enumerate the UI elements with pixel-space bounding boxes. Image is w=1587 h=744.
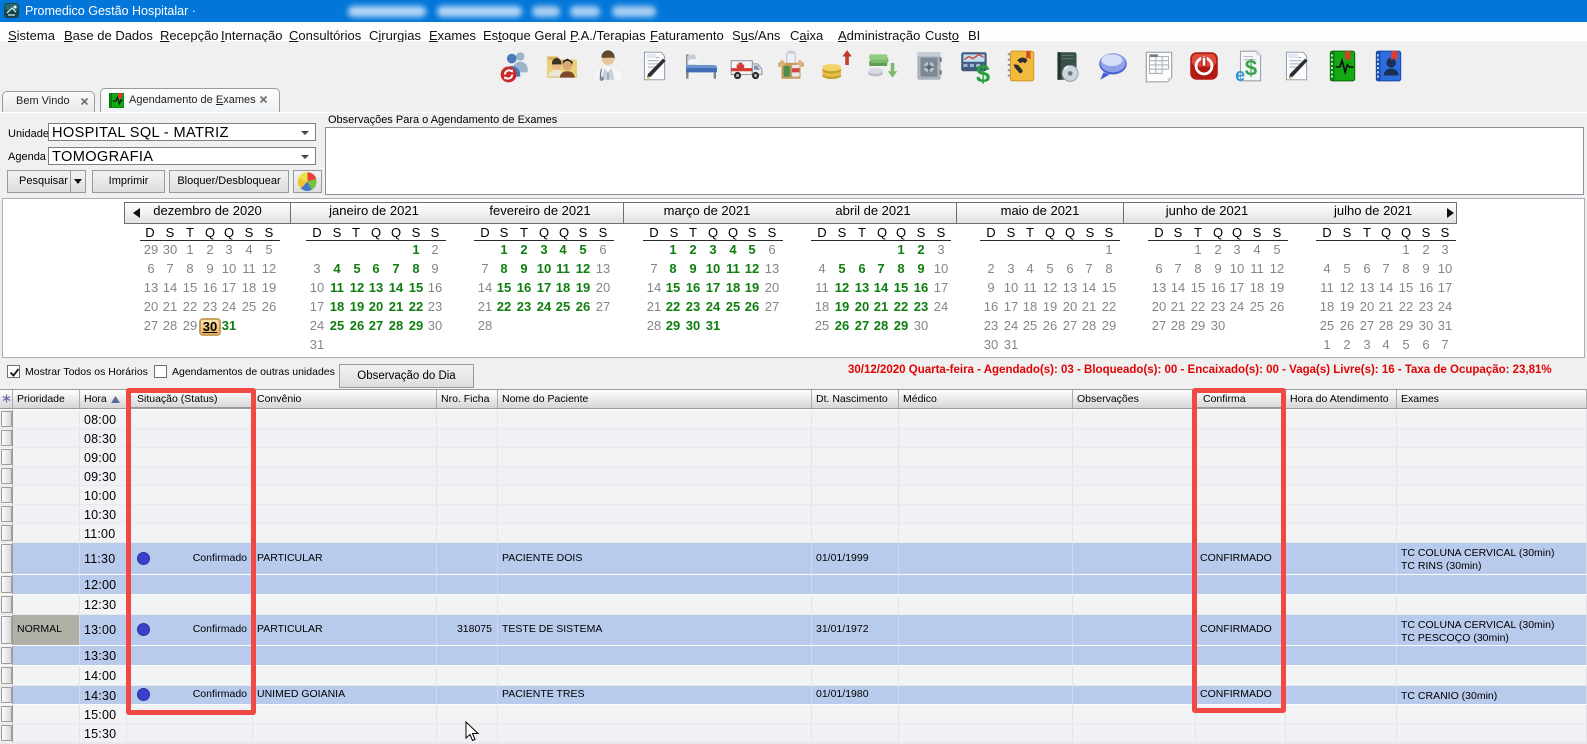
svg-text:$: $ bbox=[1245, 56, 1258, 81]
svg-text:$: $ bbox=[976, 60, 990, 84]
svg-text:e: e bbox=[1235, 65, 1245, 84]
